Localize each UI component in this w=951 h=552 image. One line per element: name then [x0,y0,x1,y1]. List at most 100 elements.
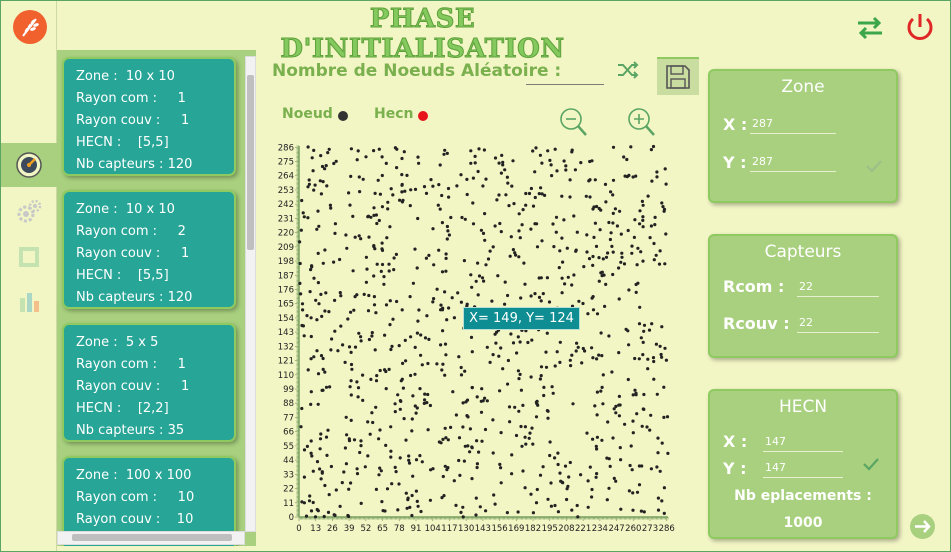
power-icon[interactable] [903,10,937,44]
node-point [590,346,594,350]
check-icon[interactable] [865,159,883,173]
node-point [662,415,666,419]
node-point [382,275,386,279]
node-point [641,340,645,344]
node-point [443,426,447,430]
hecn-x-input[interactable] [763,431,843,452]
zoom-in-icon[interactable] [626,106,656,138]
scatter-chart[interactable]: 0 13 26 39 52 65 78 91 104 117 130 143 156 169 182 195 2… [270,140,690,540]
config-card[interactable]: Zone : 10 x 10 Rayon com : 2 Rayon couv … [62,190,236,309]
scrollbar-thumb[interactable] [247,75,254,250]
x-tick-label: 286 [659,524,675,534]
node-point [627,489,631,493]
node-point [639,250,643,254]
node-point [302,501,306,505]
node-point [524,203,528,207]
node-point [382,282,386,286]
node-point [445,237,449,241]
node-point [397,482,401,486]
node-point [395,299,399,304]
node-point [575,503,579,508]
node-point [316,281,320,285]
node-point [553,456,557,460]
gears-icon[interactable] [16,199,42,225]
node-point [591,356,595,360]
node-point [600,438,604,442]
node-point [635,263,639,267]
node-point [425,314,429,318]
shuffle-icon[interactable] [617,60,639,80]
node-point [344,462,348,466]
hecn-y-input[interactable] [763,457,843,478]
node-point [385,487,390,491]
save-button[interactable] [657,57,699,95]
x-tick-label: 52 [360,524,371,534]
y-tick-label: 165 [278,300,294,310]
rcouv-input[interactable] [797,312,879,333]
bar-chart-icon[interactable] [16,289,42,315]
arrow-right-circle-icon[interactable] [909,513,936,540]
node-point [347,487,351,491]
node-point [328,385,332,389]
node-point [622,155,626,159]
node-point [601,373,605,377]
node-point [529,227,533,231]
node-point [319,154,323,158]
node-point [631,508,635,512]
node-point [546,416,550,420]
node-point [386,200,390,204]
node-point [391,193,395,197]
node-point [553,503,557,508]
node-point [608,237,612,242]
node-point [403,338,407,342]
config-card[interactable]: Zone : 5 x 5 Rayon com : 1 Rayon couv : … [62,323,236,442]
node-point [577,299,581,303]
random-nodes-input[interactable] [526,62,604,85]
node-point [477,450,481,454]
node-point [601,257,605,261]
node-point [530,338,534,342]
zone-y-input[interactable] [750,151,836,172]
node-point [375,262,379,266]
node-point [312,148,316,152]
y-tick-label: 253 [278,186,294,196]
node-point [535,399,539,403]
card-hecn: HECN : [5,5] [76,268,169,283]
zone-x-input[interactable] [750,113,836,134]
y-tick-label: 22 [283,485,294,495]
node-point [400,308,404,312]
scrollbar-thumb[interactable] [72,534,232,541]
gauge-icon[interactable] [16,152,42,178]
node-point [642,323,647,327]
node-point [332,260,336,264]
node-point [409,373,413,378]
node-point [641,203,645,207]
node-point [607,486,611,490]
swap-arrows-icon[interactable] [853,10,887,44]
rcom-input[interactable] [797,276,879,297]
config-card[interactable]: Zone : 10 x 10 Rayon com : 1 Rayon couv … [62,57,236,176]
node-point [497,161,501,165]
node-point [593,178,597,182]
y-tick-label: 220 [278,229,294,239]
node-point [537,276,541,280]
node-point [400,190,404,194]
check-icon[interactable] [862,457,880,471]
zoom-out-icon[interactable] [558,106,588,138]
node-point [439,441,443,445]
node-point [503,302,507,306]
node-point [533,195,537,200]
list-horizontal-scrollbar[interactable] [57,531,245,545]
node-point [508,420,512,424]
square-icon[interactable] [16,244,42,270]
node-point [466,415,470,419]
node-point [509,332,513,336]
node-point [363,465,367,469]
config-list[interactable]: Zone : 10 x 10 Rayon com : 1 Rayon couv … [57,50,256,546]
hecn-panel: HECN X : Y : Nb eplacements : 1000 [708,389,898,539]
node-point [598,228,602,232]
node-point [469,273,473,277]
node-point [611,272,615,277]
node-point [561,481,565,485]
list-vertical-scrollbar[interactable] [245,56,256,532]
